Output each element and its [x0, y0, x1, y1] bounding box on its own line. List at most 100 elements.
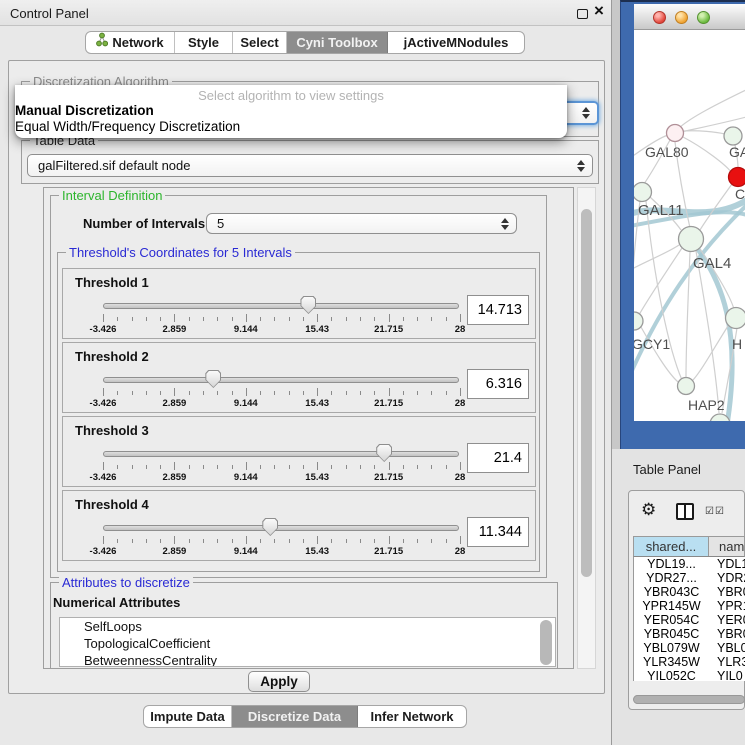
cell-shared-name: YIL052C	[634, 669, 709, 681]
tab-cyni-toolbox-label: Cyni Toolbox	[296, 32, 377, 53]
control-panel-title: Control Panel	[10, 6, 89, 21]
column-header-name[interactable]: name	[709, 537, 744, 556]
threshold-slider-thumb[interactable]	[205, 370, 221, 388]
cell-name: YIL0	[709, 669, 745, 681]
table-row[interactable]: YDL19...YDL1	[634, 557, 745, 571]
table-row[interactable]: YER054CYER0	[634, 613, 745, 627]
threshold-value-field[interactable]: 6.316	[467, 369, 529, 399]
node-label-cut: GA	[729, 144, 745, 160]
tab-discretize-data-label: Discretize Data	[248, 706, 341, 727]
tab-discretize-data[interactable]: Discretize Data	[232, 706, 358, 727]
combo-stepper-icon	[576, 159, 585, 173]
network-node[interactable]	[726, 308, 745, 329]
threshold-row: Threshold 3 -3.4262.8599.14415.4321.7152…	[62, 416, 536, 487]
minimize-traffic-light[interactable]	[675, 11, 688, 24]
popup-item-equal-width-frequency[interactable]: Equal Width/Frequency Discretization	[15, 119, 567, 135]
threshold-slider-track[interactable]	[103, 303, 459, 309]
column-header-shared-name[interactable]: shared...	[634, 537, 709, 556]
attributes-scrollbar[interactable]	[540, 620, 552, 665]
threshold-slider-thumb[interactable]	[262, 518, 278, 536]
table-data-combobox[interactable]: galFiltered.sif default node	[27, 154, 593, 177]
network-edge	[678, 88, 745, 129]
table-row[interactable]: YBL079WYBL0	[634, 641, 745, 655]
tab-network[interactable]: Network	[86, 32, 175, 53]
network-edge	[683, 137, 731, 172]
tab-infer-network-label: Infer Network	[370, 706, 453, 727]
threshold-label: Threshold 1	[75, 275, 149, 290]
control-panel-titlebar: Control Panel ×	[0, 0, 611, 26]
node-label-cut: C	[735, 186, 745, 202]
table-horizontal-scrollbar[interactable]	[633, 695, 745, 704]
network-node-hap2[interactable]	[678, 378, 695, 395]
network-node[interactable]	[724, 127, 742, 145]
network-canvas[interactable]: GAL80 GA C GAL11 GAL4 GCY1 H HAP2	[634, 30, 745, 421]
table-row[interactable]: YIL052CYIL0	[634, 669, 745, 681]
attributes-group-label: Attributes to discretize	[59, 575, 193, 590]
table-row[interactable]: YBR043CYBR0	[634, 585, 745, 599]
threshold-slider-thumb[interactable]	[300, 296, 316, 314]
table-row[interactable]: YBR045CYBR0	[634, 627, 745, 641]
network-edge	[639, 248, 682, 315]
gear-icon[interactable]: ⚙	[641, 500, 656, 520]
threshold-value-field[interactable]: 21.4	[467, 443, 529, 473]
attribute-list-item[interactable]: SelfLoops	[60, 618, 555, 635]
threshold-value-field[interactable]: 14.713	[467, 295, 529, 325]
cell-shared-name: YLR345W	[634, 655, 709, 669]
attribute-list-item[interactable]: TopologicalCoefficient	[60, 635, 555, 652]
slider-ticks	[103, 388, 460, 397]
threshold-slider-track[interactable]	[103, 377, 459, 383]
threshold-slider-track[interactable]	[103, 451, 459, 457]
table-row[interactable]: YDR27...YDR2	[634, 571, 745, 585]
tab-jactivemnodules[interactable]: jActiveMNodules	[388, 32, 524, 53]
node-label-hap2: HAP2	[688, 397, 725, 413]
threshold-slider-thumb[interactable]	[376, 444, 392, 462]
cell-shared-name: YBR045C	[634, 627, 709, 641]
combo-stepper-icon	[500, 217, 509, 231]
settings-scrollbar-thumb[interactable]	[581, 209, 592, 577]
table-row[interactable]: YLR345WYLR3	[634, 655, 745, 669]
tab-style[interactable]: Style	[175, 32, 233, 53]
threshold-row: Threshold 4 -3.4262.8599.14415.4321.7152…	[62, 490, 536, 561]
cell-name: YDR2	[709, 571, 745, 585]
network-edge	[634, 245, 679, 270]
slider-tick-labels: -3.4262.8599.14415.4321.71528	[103, 398, 460, 409]
control-panel-window: Control Panel × Network Style Se	[0, 0, 612, 745]
network-node-gal11[interactable]	[634, 183, 652, 202]
close-traffic-light[interactable]	[653, 11, 666, 24]
node-label-gal11: GAL11	[638, 202, 684, 219]
cell-name: YER0	[709, 613, 745, 627]
settings-scrollbar-track[interactable]	[577, 187, 596, 669]
apply-button[interactable]: Apply	[248, 671, 310, 692]
popup-item-manual-discretization[interactable]: Manual Discretization	[15, 103, 567, 119]
numerical-attributes-list[interactable]: SelfLoopsTopologicalCoefficientBetweenne…	[59, 617, 556, 667]
split-columns-icon[interactable]	[676, 503, 694, 520]
thresholds-group: Threshold's Coordinates for 5 Intervals …	[57, 252, 540, 572]
network-node-gal80[interactable]	[667, 125, 684, 142]
network-node-selected-red[interactable]	[729, 168, 745, 187]
threshold-label: Threshold 3	[75, 423, 149, 438]
tab-jactivemnodules-label: jActiveMNodules	[404, 32, 509, 53]
table-data-value: galFiltered.sif default node	[38, 158, 190, 173]
tab-impute-data[interactable]: Impute Data	[144, 706, 232, 727]
float-window-icon[interactable]	[577, 9, 588, 19]
numerical-attributes-label: Numerical Attributes	[53, 595, 180, 610]
combo-stepper-icon	[581, 106, 590, 120]
network-edge	[693, 326, 728, 380]
attribute-list-item[interactable]: BetweennessCentrality	[60, 652, 555, 667]
tab-impute-data-label: Impute Data	[150, 706, 224, 727]
select-columns-icon[interactable]: ☑☑	[705, 506, 725, 517]
threshold-slider-track[interactable]	[103, 525, 459, 531]
slider-tick-labels: -3.4262.8599.14415.4321.71528	[103, 546, 460, 557]
cell-shared-name: YBR043C	[634, 585, 709, 599]
zoom-traffic-light[interactable]	[697, 11, 710, 24]
tab-cyni-toolbox[interactable]: Cyni Toolbox	[287, 32, 388, 53]
threshold-value-field[interactable]: 11.344	[467, 517, 529, 547]
tab-select[interactable]: Select	[233, 32, 287, 53]
cyni-toolbox-panel: Discretization Algorithm Select algorith…	[8, 60, 605, 694]
network-node-gal4[interactable]	[679, 227, 704, 252]
interval-definition-label: Interval Definition	[59, 188, 165, 203]
tab-infer-network[interactable]: Infer Network	[358, 706, 466, 727]
close-icon[interactable]: ×	[594, 1, 604, 21]
table-row[interactable]: YPR145WYPR1	[634, 599, 745, 613]
number-of-intervals-combobox[interactable]: 5	[206, 213, 517, 234]
